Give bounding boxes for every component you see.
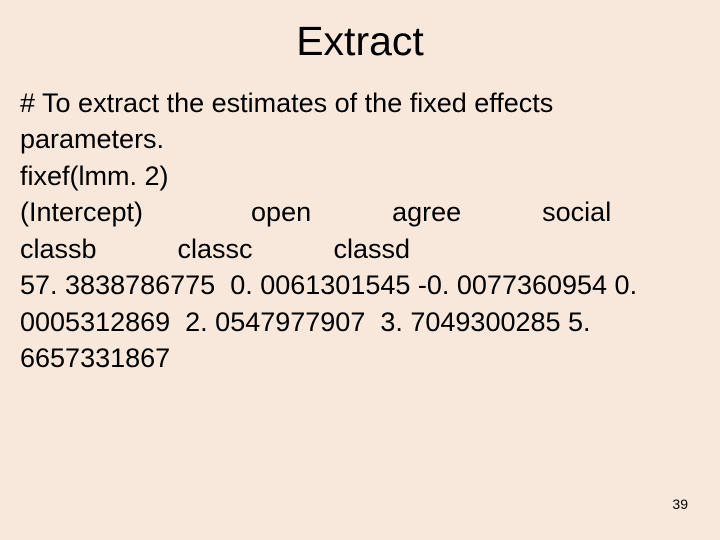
page-number: 39: [672, 496, 688, 512]
content-line: 57. 3838786775 0. 0061301545 -0. 0077360…: [20, 267, 700, 376]
slide-content: # To extract the estimates of the fixed …: [20, 85, 700, 377]
content-line: fixef(lmm. 2): [20, 158, 700, 194]
content-line: (Intercept) open agree social classb cla…: [20, 194, 700, 267]
content-line: # To extract the estimates of the fixed …: [20, 85, 700, 158]
slide-title: Extract: [20, 18, 700, 65]
slide: Extract # To extract the estimates of th…: [0, 0, 720, 540]
